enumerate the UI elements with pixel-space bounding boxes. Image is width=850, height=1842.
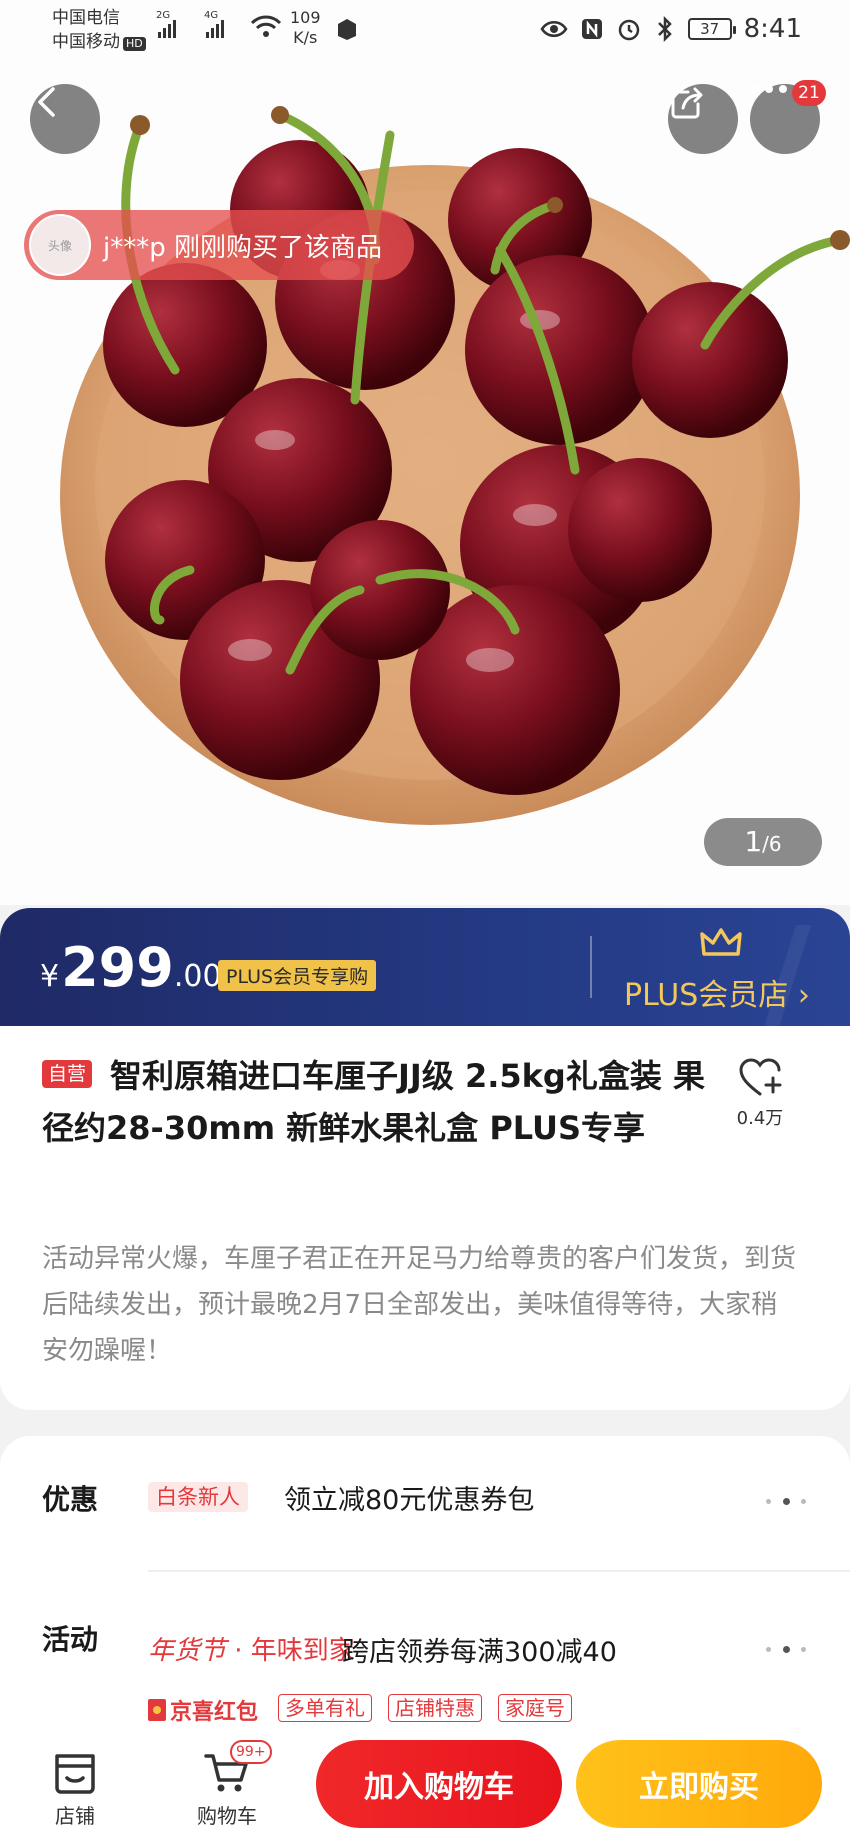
favorite-button[interactable]: 0.4万	[732, 1058, 788, 1130]
gallery-pager: 1/6	[704, 818, 822, 866]
plus-store-link[interactable]: PLUS会员店 ›	[624, 970, 810, 1014]
activity-label: 活动	[42, 1623, 99, 1656]
wifi-icon	[250, 15, 282, 37]
hd-badge: HD	[123, 37, 146, 51]
share-button[interactable]	[668, 84, 738, 154]
bottom-action-bar: 店铺 99+ 购物车 加入购物车 立即购买	[0, 1730, 850, 1842]
battery-icon: 37	[687, 18, 736, 40]
promotions-card: 优惠 白条新人 领立减80元优惠券包 活动 年货节 · 年味到家 跨店领券每满3…	[0, 1436, 850, 1766]
festival-text: · 年味到家	[234, 1636, 355, 1666]
price-currency: ¥	[40, 959, 60, 994]
discount-text[interactable]: 领立减80元优惠券包	[284, 1478, 534, 1517]
festival-script: 年货节	[148, 1636, 227, 1666]
jingxi-redpacket: 京喜红包	[148, 1694, 258, 1726]
cart-count-badge: 99+	[230, 1740, 272, 1764]
cart-label: 购物车	[197, 1804, 257, 1828]
row-divider	[148, 1570, 850, 1572]
speed-unit: K/s	[293, 28, 318, 47]
status-bar: 中国电信 中国移动 HD 2G 4G 109 K/s 37 8:41	[0, 0, 850, 64]
price: ¥ 299 .00	[40, 936, 222, 999]
promo-tag: 店铺特惠	[388, 1694, 482, 1722]
product-info-card: 智利原箱进口车厘子JJ级 2.5kg礼盒装 果径约28-30mm 新鲜水果礼盒 …	[0, 1026, 850, 1410]
store-button[interactable]: 店铺	[30, 1744, 120, 1829]
clock: 8:41	[743, 14, 802, 44]
buy-now-button[interactable]: 立即购买	[576, 1740, 822, 1828]
self-operated-tag: 自营	[42, 1060, 93, 1088]
network-type-1: 2G	[156, 10, 171, 21]
speed-value: 109	[290, 8, 321, 27]
recent-purchase-text: j***p 刚刚购买了该商品	[103, 232, 382, 263]
discount-label: 优惠	[42, 1483, 99, 1516]
add-to-cart-button[interactable]: 加入购物车	[316, 1740, 562, 1828]
back-button[interactable]	[30, 84, 100, 154]
network-speed: 109 K/s	[290, 8, 321, 48]
favorite-count: 0.4万	[736, 1108, 784, 1129]
store-icon	[55, 1754, 95, 1794]
status-right-icons: 37 8:41	[540, 14, 802, 44]
product-description: 活动异常火爆，车厘子君正在开足马力给尊贵的客户们发货，到货后陆续发出，预计最晚2…	[42, 1244, 797, 1366]
discount-more-icon[interactable]	[766, 1496, 806, 1506]
bluetooth-icon	[657, 16, 672, 42]
plus-member-tag: PLUS会员专享购	[218, 960, 377, 991]
eye-icon	[540, 21, 568, 37]
alarm-icon	[618, 19, 639, 41]
signal-icon-1: 2G	[156, 10, 176, 38]
price-integer: 299	[61, 936, 174, 999]
cart-button[interactable]: 99+ 购物车	[182, 1740, 272, 1829]
buyer-avatar: 头像	[29, 214, 91, 276]
chevron-left-icon	[38, 87, 55, 117]
gallery-current-index: 1	[744, 825, 763, 858]
carrier-1: 中国电信	[52, 8, 120, 28]
red-envelope-icon	[148, 1699, 166, 1721]
signal-icon-2: 4G	[204, 10, 224, 38]
carrier-2: 中国移动	[52, 32, 120, 52]
carrier-info: 中国电信 中国移动 HD	[52, 6, 146, 54]
product-image-gallery[interactable]: 21 头像 j***p 刚刚购买了该商品 1/6	[0, 0, 850, 905]
plus-divider	[590, 936, 592, 998]
baitiao-new-tag: 白条新人	[148, 1482, 248, 1512]
promo-tag: 多单有礼	[278, 1694, 372, 1722]
activity-text[interactable]: 跨店领券每满300减40	[342, 1630, 617, 1669]
buyer-avatar-text: 头像	[47, 238, 72, 253]
price-banner: ∕ ¥ 299 .00 PLUS会员专享购 PLUS会员店 ›	[0, 908, 850, 1026]
message-count-badge: 21	[792, 80, 826, 106]
crown-icon	[700, 928, 742, 956]
promo-tag: 家庭号	[498, 1694, 572, 1722]
more-dots-icon	[751, 85, 787, 93]
heart-plus-icon	[739, 1058, 782, 1096]
recent-purchase-toast: 头像 j***p 刚刚购买了该商品	[24, 210, 414, 280]
price-decimal: .00	[173, 959, 222, 994]
gallery-total: /6	[762, 832, 782, 856]
share-icon	[671, 87, 703, 119]
store-label: 店铺	[55, 1804, 95, 1828]
more-button[interactable]: 21	[750, 80, 826, 154]
network-type-2: 4G	[204, 10, 219, 21]
app-notification-icon	[338, 19, 356, 40]
product-detail-page: 21 头像 j***p 刚刚购买了该商品 1/6 中国电信 中国移动 HD 2G …	[0, 0, 850, 1842]
nfc-icon	[581, 19, 602, 39]
jingxi-label: 京喜红包	[170, 1700, 259, 1725]
product-title: 智利原箱进口车厘子JJ级 2.5kg礼盒装 果径约28-30mm 新鲜水果礼盒 …	[42, 1057, 705, 1147]
activity-more-icon[interactable]	[766, 1644, 806, 1654]
festival-badge: 年货节 · 年味到家	[148, 1630, 355, 1667]
battery-level: 37	[700, 20, 720, 38]
